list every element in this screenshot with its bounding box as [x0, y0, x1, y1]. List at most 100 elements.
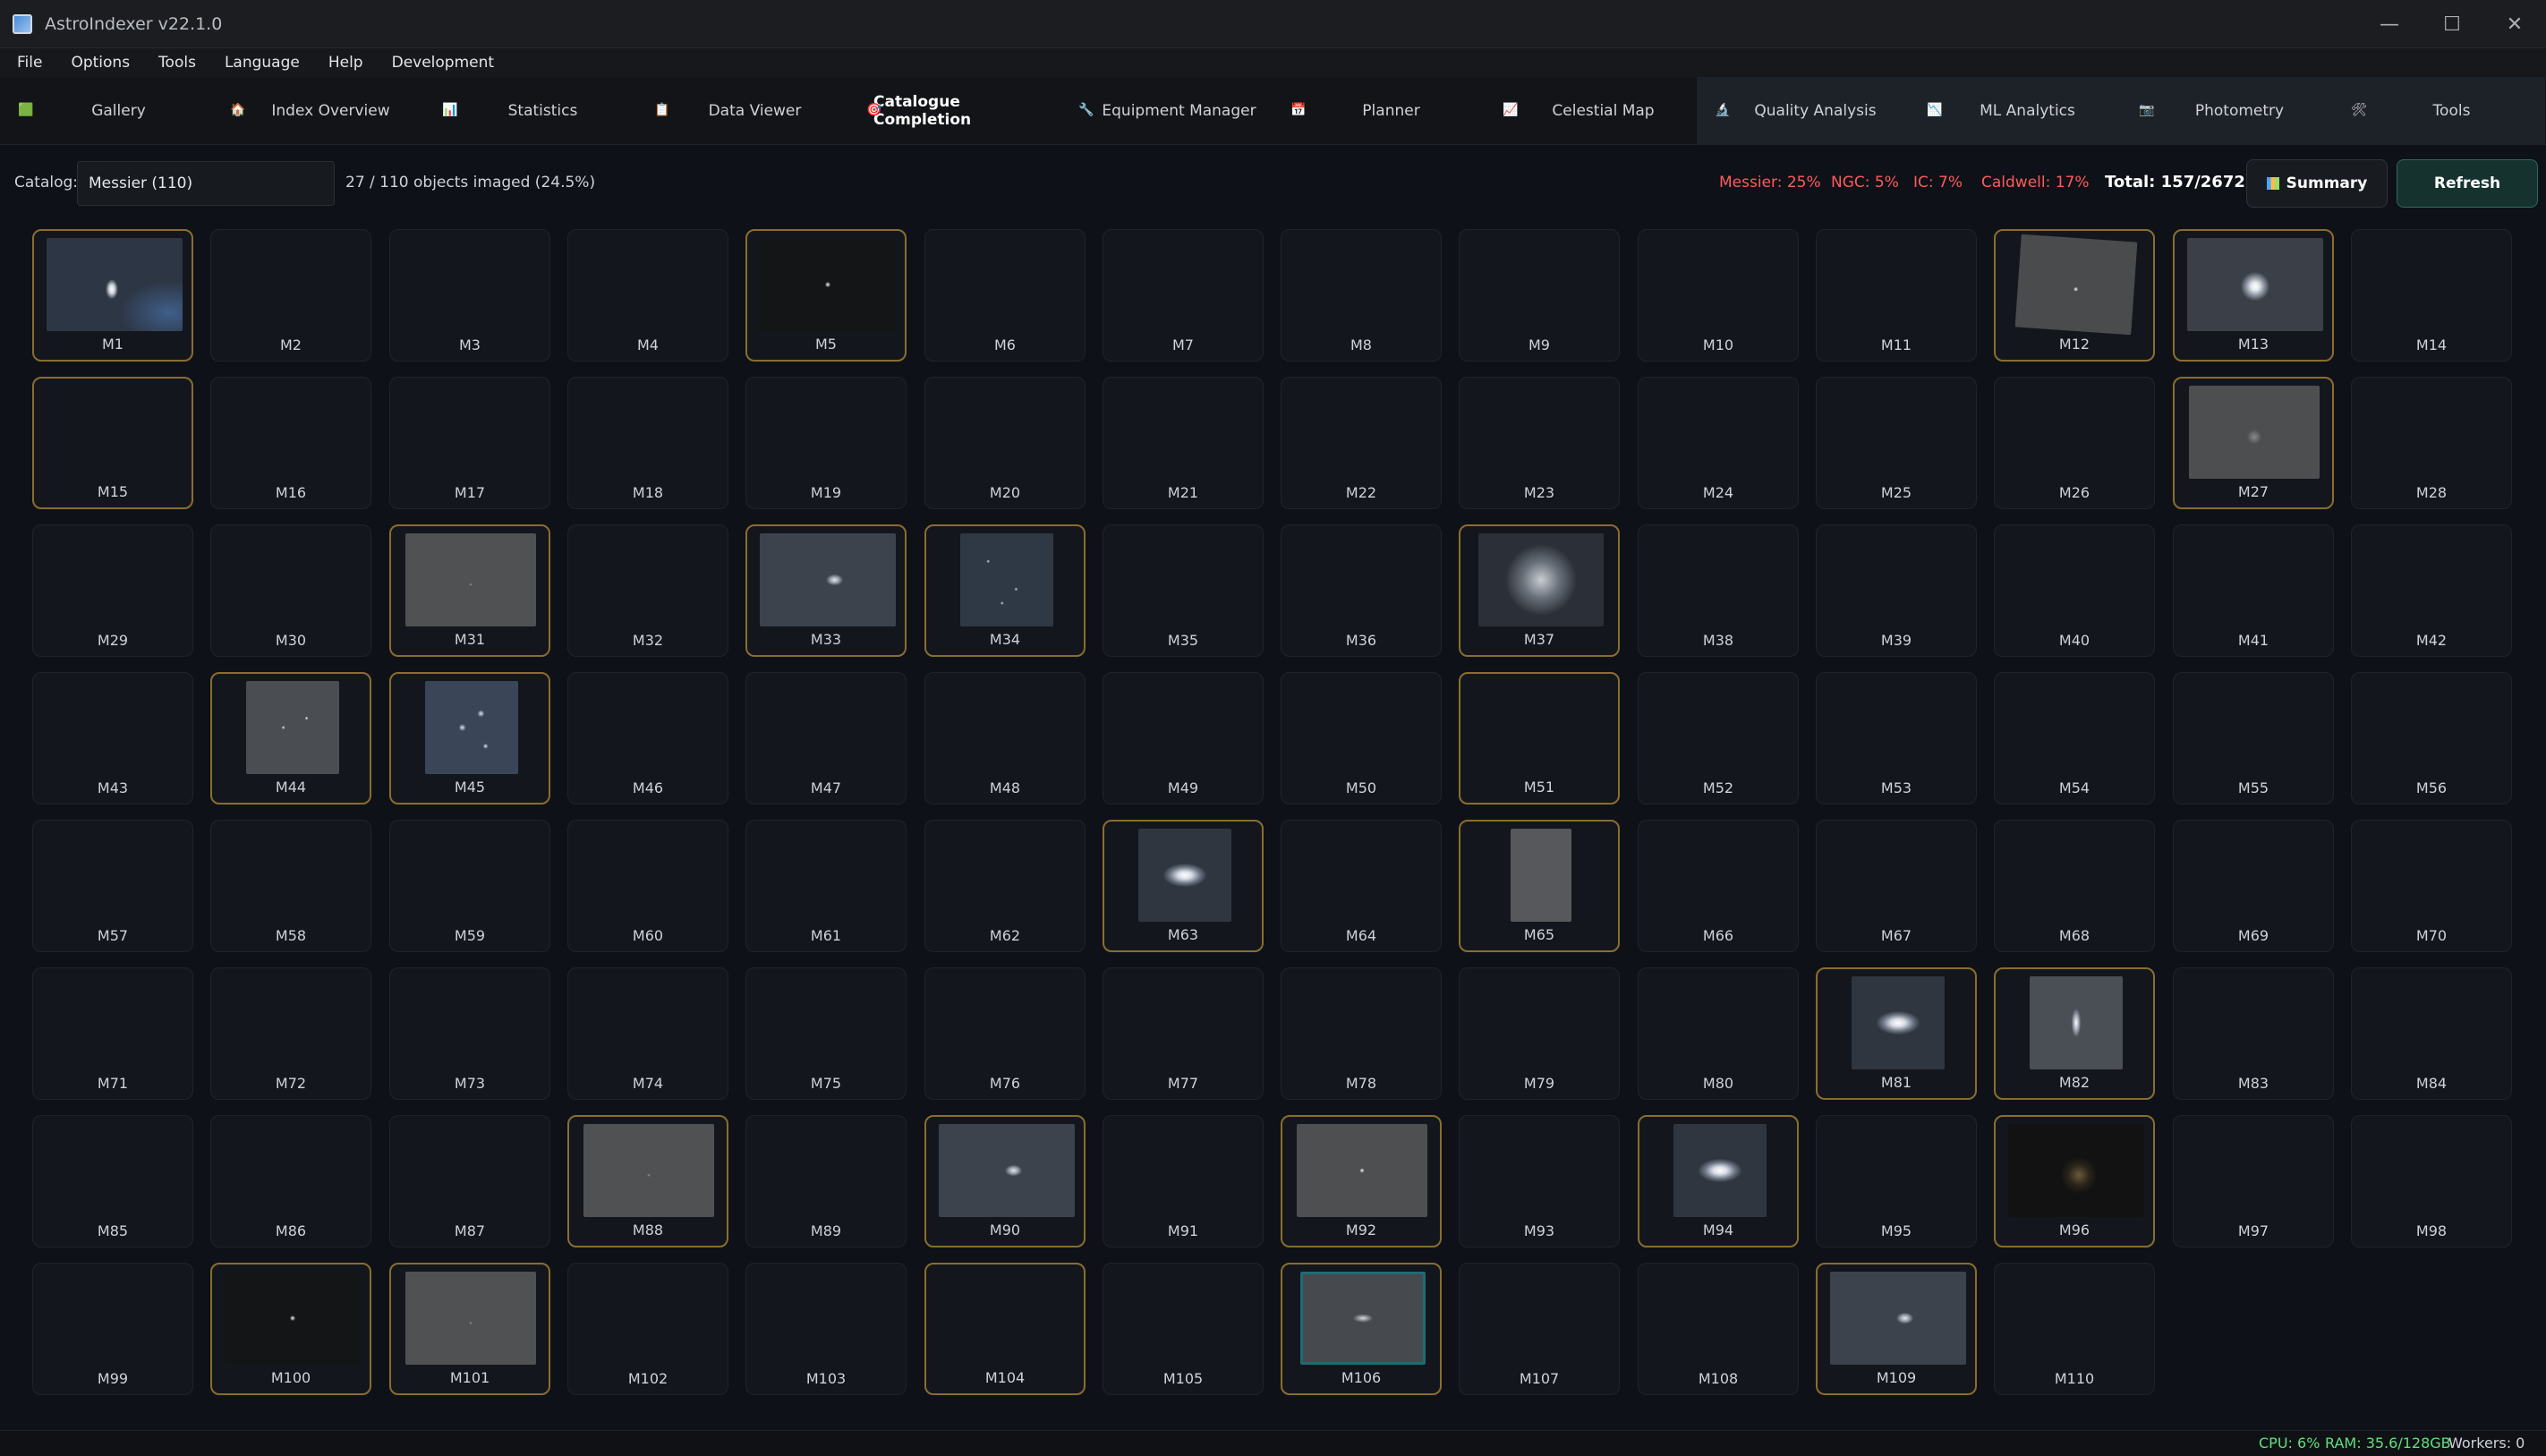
catalog-object-cell[interactable]: M103	[745, 1263, 907, 1395]
catalog-object-cell[interactable]: M2	[210, 229, 371, 362]
catalog-object-cell[interactable]: M53	[1816, 672, 1977, 805]
catalog-object-cell[interactable]: M58	[210, 820, 371, 952]
summary-button[interactable]: Summary	[2246, 159, 2388, 208]
tab-quality-analysis[interactable]: 🔬 Quality Analysis	[1697, 77, 1909, 145]
catalog-object-cell[interactable]: M104	[924, 1263, 1086, 1395]
catalog-object-cell[interactable]: M63	[1103, 820, 1264, 952]
catalog-object-cell[interactable]: M43	[32, 672, 193, 805]
tab-equipment-manager[interactable]: 🔧 Equipment Manager	[1060, 77, 1273, 145]
menu-development[interactable]: Development	[382, 54, 504, 72]
catalog-object-cell[interactable]: M25	[1816, 377, 1977, 509]
minimize-button[interactable]: —	[2358, 0, 2421, 48]
catalog-object-cell[interactable]: M80	[1638, 967, 1799, 1100]
catalog-object-cell[interactable]: M48	[924, 672, 1086, 805]
catalog-object-cell[interactable]: M38	[1638, 524, 1799, 657]
menu-options[interactable]: Options	[61, 54, 140, 72]
catalog-object-cell[interactable]: M95	[1816, 1115, 1977, 1247]
catalog-object-cell[interactable]: M83	[2173, 967, 2334, 1100]
catalog-select[interactable]: Messier (110)	[77, 161, 335, 206]
catalog-object-cell[interactable]: M15	[32, 377, 193, 509]
catalog-object-cell[interactable]: M8	[1281, 229, 1442, 362]
catalog-object-cell[interactable]: M12	[1994, 229, 2155, 362]
tab-index-overview[interactable]: 🏠 Index Overview	[212, 77, 424, 145]
menu-tools[interactable]: Tools	[149, 54, 206, 72]
catalog-object-cell[interactable]: M55	[2173, 672, 2334, 805]
catalog-object-cell[interactable]: M49	[1103, 672, 1264, 805]
catalog-object-cell[interactable]: M23	[1459, 377, 1620, 509]
catalog-object-cell[interactable]: M7	[1103, 229, 1264, 362]
catalog-object-cell[interactable]: M5	[745, 229, 907, 362]
tab-tools[interactable]: 🛠 Tools	[2333, 77, 2545, 145]
catalog-object-cell[interactable]: M82	[1994, 967, 2155, 1100]
catalog-object-cell[interactable]: M93	[1459, 1115, 1620, 1247]
catalog-object-cell[interactable]: M9	[1459, 229, 1620, 362]
catalog-object-cell[interactable]: M4	[567, 229, 728, 362]
catalog-object-cell[interactable]: M66	[1638, 820, 1799, 952]
catalog-object-cell[interactable]: M81	[1816, 967, 1977, 1100]
catalog-object-cell[interactable]: M19	[745, 377, 907, 509]
catalog-object-cell[interactable]: M85	[32, 1115, 193, 1247]
catalog-object-cell[interactable]: M46	[567, 672, 728, 805]
catalog-object-cell[interactable]: M56	[2351, 672, 2512, 805]
catalog-object-cell[interactable]: M65	[1459, 820, 1620, 952]
catalog-object-cell[interactable]: M40	[1994, 524, 2155, 657]
catalog-object-cell[interactable]: M70	[2351, 820, 2512, 952]
catalog-object-cell[interactable]: M77	[1103, 967, 1264, 1100]
catalog-object-cell[interactable]: M27	[2173, 377, 2334, 509]
catalog-object-cell[interactable]: M79	[1459, 967, 1620, 1100]
catalog-object-cell[interactable]: M102	[567, 1263, 728, 1395]
catalog-object-cell[interactable]: M34	[924, 524, 1086, 657]
catalog-object-cell[interactable]: M29	[32, 524, 193, 657]
catalog-object-cell[interactable]: M106	[1281, 1263, 1442, 1395]
catalog-object-cell[interactable]: M97	[2173, 1115, 2334, 1247]
catalog-object-cell[interactable]: M86	[210, 1115, 371, 1247]
catalog-object-cell[interactable]: M75	[745, 967, 907, 1100]
catalog-object-cell[interactable]: M24	[1638, 377, 1799, 509]
catalog-object-cell[interactable]: M21	[1103, 377, 1264, 509]
catalog-object-cell[interactable]: M91	[1103, 1115, 1264, 1247]
catalog-object-cell[interactable]: M3	[389, 229, 550, 362]
catalog-object-cell[interactable]: M26	[1994, 377, 2155, 509]
catalog-object-cell[interactable]: M108	[1638, 1263, 1799, 1395]
catalog-object-cell[interactable]: M51	[1459, 672, 1620, 805]
catalog-object-cell[interactable]: M94	[1638, 1115, 1799, 1247]
catalog-object-cell[interactable]: M33	[745, 524, 907, 657]
tab-ml-analytics[interactable]: 📉 ML Analytics	[1909, 77, 2121, 145]
tab-statistics[interactable]: 📊 Statistics	[424, 77, 636, 145]
catalog-object-cell[interactable]: M98	[2351, 1115, 2512, 1247]
catalog-object-cell[interactable]: M35	[1103, 524, 1264, 657]
catalog-object-cell[interactable]: M74	[567, 967, 728, 1100]
catalog-object-cell[interactable]: M18	[567, 377, 728, 509]
catalog-object-cell[interactable]: M57	[32, 820, 193, 952]
catalog-object-cell[interactable]: M31	[389, 524, 550, 657]
refresh-button[interactable]: Refresh	[2397, 159, 2538, 208]
catalog-object-cell[interactable]: M45	[389, 672, 550, 805]
catalog-object-cell[interactable]: M62	[924, 820, 1086, 952]
catalog-object-cell[interactable]: M54	[1994, 672, 2155, 805]
close-button[interactable]: ✕	[2483, 0, 2546, 48]
catalog-object-cell[interactable]: M37	[1459, 524, 1620, 657]
catalog-object-cell[interactable]: M73	[389, 967, 550, 1100]
catalog-object-cell[interactable]: M50	[1281, 672, 1442, 805]
tab-data-viewer[interactable]: 📋 Data Viewer	[636, 77, 848, 145]
catalog-object-cell[interactable]: M72	[210, 967, 371, 1100]
catalog-object-cell[interactable]: M14	[2351, 229, 2512, 362]
catalog-object-cell[interactable]: M17	[389, 377, 550, 509]
catalog-object-cell[interactable]: M28	[2351, 377, 2512, 509]
menu-language[interactable]: Language	[215, 54, 310, 72]
catalog-object-cell[interactable]: M67	[1816, 820, 1977, 952]
catalog-object-cell[interactable]: M59	[389, 820, 550, 952]
catalog-object-cell[interactable]: M13	[2173, 229, 2334, 362]
catalog-object-cell[interactable]: M105	[1103, 1263, 1264, 1395]
catalog-object-cell[interactable]: M11	[1816, 229, 1977, 362]
catalog-object-cell[interactable]: M30	[210, 524, 371, 657]
tab-catalogue-completion[interactable]: 🎯 Catalogue Completion	[848, 77, 1060, 145]
tab-gallery[interactable]: 🟩 Gallery	[0, 77, 212, 145]
maximize-button[interactable]: ☐	[2421, 0, 2483, 48]
catalog-object-cell[interactable]: M107	[1459, 1263, 1620, 1395]
catalog-object-cell[interactable]: M99	[32, 1263, 193, 1395]
catalog-object-cell[interactable]: M41	[2173, 524, 2334, 657]
menu-help[interactable]: Help	[319, 54, 373, 72]
catalog-object-cell[interactable]: M52	[1638, 672, 1799, 805]
catalog-object-cell[interactable]: M76	[924, 967, 1086, 1100]
